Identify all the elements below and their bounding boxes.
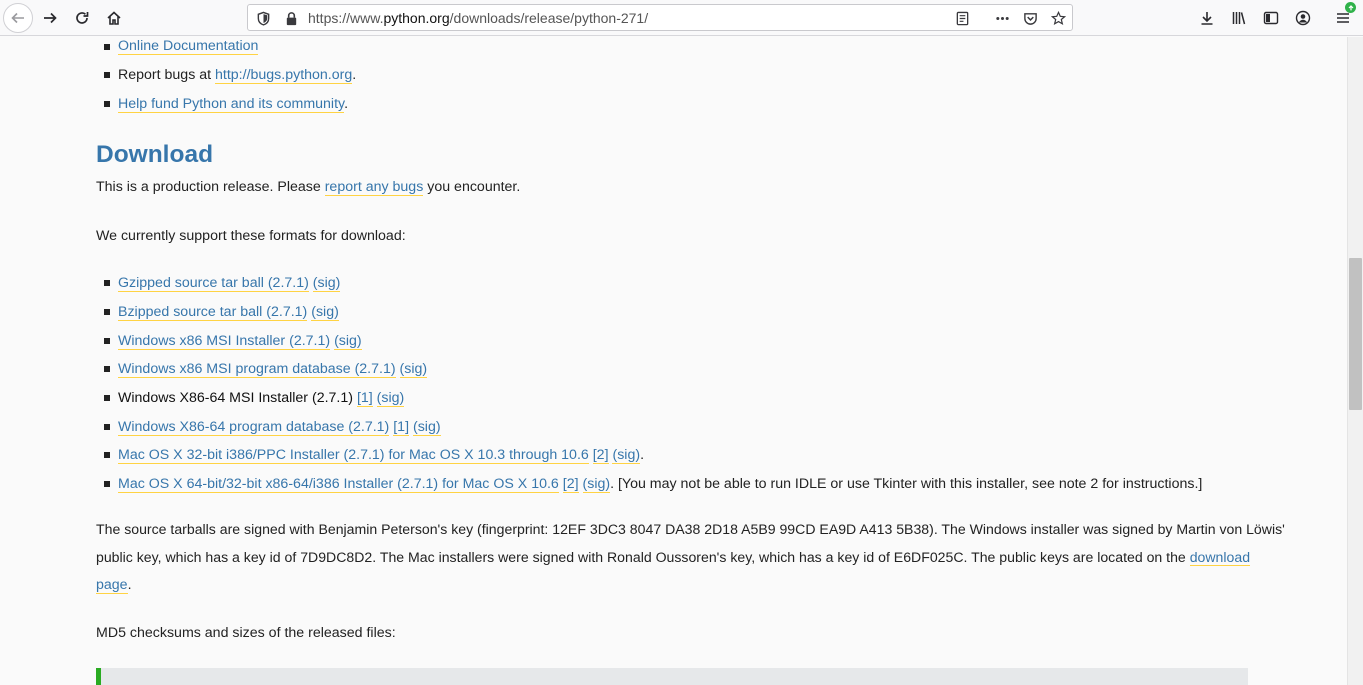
download-item: Windows X86-64 MSI Installer (2.7.1) [1]…	[118, 388, 405, 408]
bullet	[104, 424, 110, 430]
reload-icon[interactable]	[68, 4, 96, 32]
sig-link[interactable]: (sig)	[311, 304, 339, 321]
mac-64bit-installer-link[interactable]: Mac OS X 64-bit/32-bit x86-64/i386 Insta…	[118, 476, 559, 493]
formats-intro: We currently support these formats for d…	[96, 228, 406, 244]
vertical-scrollbar[interactable]	[1347, 37, 1363, 685]
list-item: Help fund Python and its community.	[118, 94, 348, 114]
sig-link[interactable]: (sig)	[334, 333, 362, 350]
mac-32bit-installer-link[interactable]: Mac OS X 32-bit i386/PPC Installer (2.7.…	[118, 447, 589, 464]
signing-end: .	[127, 577, 132, 593]
bzipped-source-link[interactable]: Bzipped source tar ball (2.7.1)	[118, 304, 308, 321]
windows-x86-64-msi-text: Windows X86-64 MSI Installer (2.7.1)	[118, 390, 353, 406]
bullet	[104, 101, 110, 107]
windows-x86-pdb-link[interactable]: Windows x86 MSI program database (2.7.1)	[118, 361, 396, 378]
intro-suffix: you encounter.	[423, 179, 521, 195]
signing-line-2: public key, which has a key id of 7D9DC8…	[96, 549, 1251, 566]
gzipped-source-link[interactable]: Gzipped source tar ball (2.7.1)	[118, 275, 309, 292]
lock-icon[interactable]	[282, 9, 300, 27]
download-item: Bzipped source tar ball (2.7.1) (sig)	[118, 302, 339, 322]
reader-view-icon[interactable]	[953, 9, 971, 27]
sig-link[interactable]: (sig)	[312, 275, 341, 292]
download-page-link-continued[interactable]: page	[96, 577, 128, 594]
bullet	[104, 366, 110, 372]
signing-text: public key, which has a key id of 7D9DC8…	[96, 549, 1190, 565]
bullet	[104, 481, 110, 487]
note-link[interactable]: [2]	[592, 447, 609, 464]
library-icon[interactable]	[1225, 4, 1253, 32]
signing-line-1: The source tarballs are signed with Benj…	[96, 521, 1285, 537]
forward-icon[interactable]	[36, 4, 64, 32]
update-badge-icon	[1345, 2, 1356, 13]
back-icon[interactable]	[3, 3, 33, 33]
windows-x86-64-pdb-link[interactable]: Windows X86-64 program database (2.7.1)	[118, 419, 390, 436]
download-item: Windows x86 MSI program database (2.7.1)…	[118, 359, 428, 379]
signing-line-3: page.	[96, 577, 132, 594]
bug-tracker-link[interactable]: http://bugs.python.org	[215, 67, 353, 84]
url-prefix: https://www.	[308, 10, 384, 26]
browser-toolbar: https://www.python.org/downloads/release…	[0, 0, 1363, 36]
shield-icon[interactable]	[254, 9, 272, 27]
scrollbar-thumb[interactable]	[1349, 258, 1362, 410]
note-link[interactable]: [1]	[393, 419, 410, 436]
download-item: Windows X86-64 program database (2.7.1) …	[118, 417, 441, 437]
url-bar[interactable]: https://www.python.org/downloads/release…	[247, 4, 1073, 31]
account-icon[interactable]	[1289, 4, 1317, 32]
list-item-text: Report bugs at	[118, 67, 216, 83]
download-item: Gzipped source tar ball (2.7.1) (sig)	[118, 273, 341, 293]
bullet	[104, 280, 110, 286]
bullet	[104, 72, 110, 78]
download-item: Mac OS X 32-bit i386/PPC Installer (2.7.…	[118, 445, 644, 465]
list-item-suffix: .	[352, 67, 357, 83]
sig-link[interactable]: (sig)	[376, 390, 405, 407]
sig-link[interactable]: (sig)	[612, 447, 641, 464]
pocket-icon[interactable]	[1021, 9, 1039, 27]
bullet	[104, 309, 110, 315]
item-suffix: . [You may not be able to run IDLE or us…	[610, 476, 1203, 492]
windows-x86-msi-link[interactable]: Windows x86 MSI Installer (2.7.1)	[118, 333, 331, 350]
sig-link[interactable]: (sig)	[582, 476, 611, 493]
url-path: /downloads/release/python-271/	[449, 10, 649, 26]
more-icon[interactable]	[993, 9, 1011, 27]
intro-prefix: This is a production release. Please	[96, 179, 325, 195]
download-item: Windows x86 MSI Installer (2.7.1) (sig)	[118, 331, 362, 351]
sig-link[interactable]: (sig)	[412, 419, 441, 436]
download-item: Mac OS X 64-bit/32-bit x86-64/i386 Insta…	[118, 474, 1202, 494]
download-intro: This is a production release. Please rep…	[96, 179, 521, 196]
bullet	[104, 452, 110, 458]
note-link[interactable]: [2]	[562, 476, 579, 493]
md5-code-block	[96, 668, 1248, 685]
note-link[interactable]: [1]	[356, 390, 373, 407]
item-suffix: .	[640, 447, 645, 463]
bullet	[104, 44, 110, 50]
bullet	[104, 395, 110, 401]
download-icon[interactable]	[1193, 4, 1221, 32]
sig-link[interactable]: (sig)	[399, 361, 428, 378]
report-bugs-link[interactable]: report any bugs	[324, 179, 424, 196]
online-documentation-link[interactable]: Online Documentation	[118, 38, 259, 55]
list-item: Online Documentation	[118, 37, 259, 56]
sidebar-icon[interactable]	[1257, 4, 1285, 32]
url-text[interactable]: https://www.python.org/downloads/release…	[308, 10, 648, 26]
list-item-suffix: .	[344, 96, 349, 112]
star-icon[interactable]	[1049, 9, 1067, 27]
url-host: python.org	[383, 10, 450, 26]
download-heading: Download	[96, 141, 214, 168]
page-content: Online Documentation Report bugs at http…	[0, 37, 1347, 685]
download-page-link[interactable]: download	[1189, 549, 1251, 566]
help-fund-python-link[interactable]: Help fund Python and its community	[118, 96, 345, 113]
home-icon[interactable]	[100, 4, 128, 32]
menu-icon[interactable]	[1329, 2, 1357, 32]
md5-intro: MD5 checksums and sizes of the released …	[96, 625, 396, 641]
bullet	[104, 338, 110, 344]
list-item: Report bugs at http://bugs.python.org.	[118, 65, 356, 85]
